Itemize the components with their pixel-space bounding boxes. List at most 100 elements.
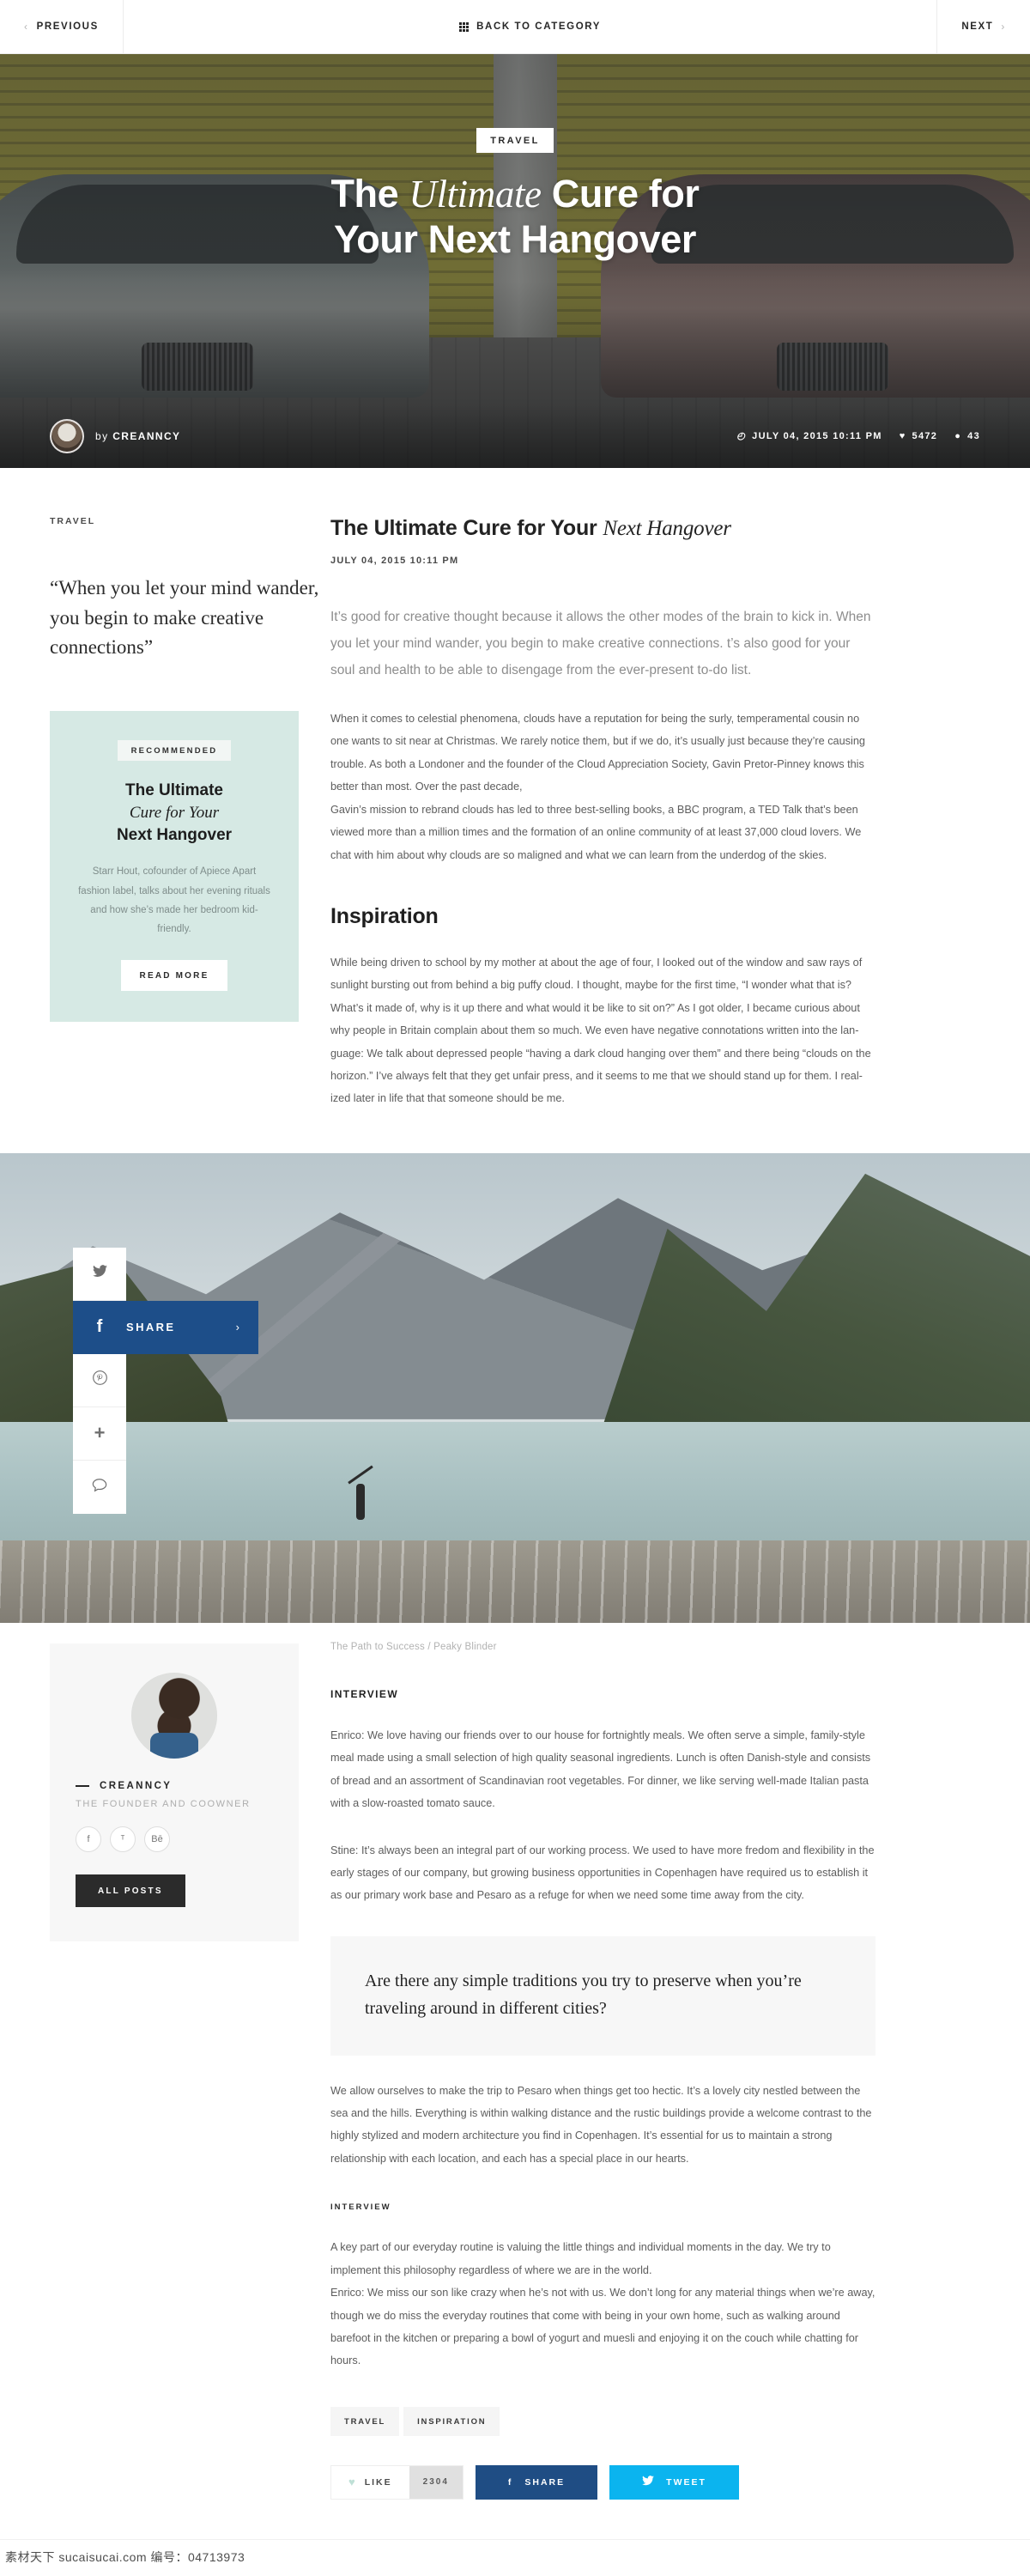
like-label: LIKE [364,2476,392,2488]
recommended-title-line3: Next Hangover [116,825,233,844]
grid-icon [459,21,470,32]
interview-paragraph-3: We allow ourselves to make the trip to P… [330,2084,872,2165]
share-more-button[interactable]: + [73,1406,126,1461]
share-facebook-button[interactable]: f SHARE › [73,1300,258,1354]
next-label: NEXT [961,21,994,32]
hero-title-part2: Cure for [541,172,700,216]
author-name: CREANNCY [100,1780,173,1791]
recommended-title: The Ultimate Cure for Your Next Hangover [76,780,273,848]
article-actions: ♥ LIKE 2304 f SHARE TWEET [330,2464,876,2539]
hero-likes[interactable]: ♥ 5472 [900,431,938,441]
facebook-icon[interactable]: f [76,1826,101,1852]
body-paragraph-1: When it comes to celestial phenomena, cl… [330,713,865,793]
watermark-text: 素材天下 sucaisucai.com 编号：04713973 [5,2550,245,2565]
author-name-row: CREANNCY [76,1781,273,1791]
share-facebook-label: SHARE [126,1321,176,1334]
hero-stats: ◴ JULY 04, 2015 10:11 PM ♥ 5472 ● 43 [736,431,980,441]
article-body: TRAVEL “When you let your mind wander, y… [0,468,1030,1110]
hero-author-chip[interactable]: by CREANNCY [50,419,180,453]
like-button[interactable]: ♥ LIKE 2304 [330,2464,464,2500]
article-main-column: The Ultimate Cure for Your Next Hangover… [330,516,944,1110]
twitter-icon [92,1265,107,1282]
page-title: The Ultimate Cure for Your Next Hangover [330,516,876,541]
recommended-title-line1: The Ultimate [124,781,224,799]
hero-date: ◴ JULY 04, 2015 10:11 PM [736,431,882,441]
share-comment-button[interactable] [73,1460,126,1514]
share-twitter-button[interactable] [73,1247,126,1301]
interview-label-2: INTERVIEW [330,2202,391,2213]
interview-paragraph-1: Enrico: We love having our friends over … [330,1728,871,1810]
chevron-right-icon: › [1001,21,1006,33]
chevron-left-icon: ‹ [24,21,29,33]
article-kicker: TRAVEL [50,516,96,526]
tag-travel[interactable]: TRAVEL [330,2406,400,2436]
heart-icon: ♥ [348,2476,357,2489]
caption-subtitle: Peaky Blinder [433,1641,497,1652]
like-count: 2304 [409,2465,463,2499]
dash-icon [76,1784,89,1787]
read-more-button[interactable]: READ MORE [120,959,228,991]
recommended-description: Starr Hout, cofounder of Apiece Apart fa… [78,866,270,935]
author-card: CREANNCY THE FOUNDER AND COOWNER f ᵀ Bē … [50,1643,299,1941]
hero-title-italic: Ultimate [409,173,542,216]
lead-paragraph: It’s good for creative thought because i… [330,610,871,677]
article-page: ‹ PREVIOUS BACK TO CATEGORY NEXT › TRAVE… [0,0,1030,2575]
comment-icon: ● [954,430,962,441]
hero-byline: by CREANNCY [95,430,180,442]
pull-quote: “When you let your mind wander, you begi… [50,577,319,658]
article-sidebar-top: TRAVEL “When you let your mind wander, y… [0,516,330,1110]
recommended-title-italic: Cure for Your [129,803,220,822]
hero-likes-count: 5472 [912,431,938,441]
hero-meta-bar: by CREANNCY ◴ JULY 04, 2015 10:11 PM ♥ 5… [0,404,1030,468]
hero-title-part1: The [330,172,409,216]
hero-banner: TRAVEL The Ultimate Cure for Your Next H… [0,54,1030,468]
body-paragraph-3: While being driven to school by my mothe… [330,956,871,1105]
behance-icon[interactable]: Bē [144,1826,170,1852]
clock-icon: ◴ [736,430,747,441]
avatar [50,419,84,453]
twitter-tweet-button[interactable]: TWEET [609,2464,739,2500]
hero-title: The Ultimate Cure for Your Next Hangover [330,172,700,262]
hero-date-label: JULY 04, 2015 10:11 PM [752,431,882,441]
facebook-icon: f [96,1317,103,1337]
hero-comments[interactable]: ● 43 [954,431,980,441]
previous-post-link[interactable]: ‹ PREVIOUS [0,0,124,53]
social-share-rail: f SHARE › + [73,1247,258,1514]
feature-image: f SHARE › + [0,1152,1030,1623]
twitter-icon [642,2476,655,2488]
interview-paragraph-4: A key part of our everyday routine is va… [330,2241,831,2276]
author-role: THE FOUNDER AND COOWNER [76,1798,251,1809]
article-sidebar-bottom: CREANNCY THE FOUNDER AND COOWNER f ᵀ Bē … [0,1623,330,2539]
share-pinterest-button[interactable] [73,1353,126,1407]
post-date: JULY 04, 2015 10:11 PM [330,556,459,566]
post-title-italic: Next Hangover [603,517,731,540]
hero-comments-count: 43 [967,431,980,441]
body-paragraph-2: Gavin’s mission to rebrand clouds has le… [330,803,862,861]
facebook-share-button[interactable]: f SHARE [475,2464,598,2500]
author-social-links: f ᵀ Bē [76,1826,273,1852]
interview-label: INTERVIEW [330,1687,399,1700]
caption-separator: / [424,1641,434,1652]
post-title-part1: The Ultimate Cure for Your [330,516,603,540]
interview-question: Are there any simple traditions you try … [365,1971,802,2019]
comment-bubble-icon [92,1478,107,1497]
pinterest-icon [92,1370,107,1389]
recommended-tag: RECOMMENDED [117,739,232,761]
tag-list: TRAVEL INSPIRATION [330,2406,876,2436]
tag-inspiration[interactable]: INSPIRATION [403,2406,500,2436]
interview-question-block: Are there any simple traditions you try … [330,1935,876,2056]
byline-prefix: by [95,430,113,442]
interview-column: The Path to Success / Peaky Blinder INTE… [330,1623,944,2539]
back-to-category-link[interactable]: BACK TO CATEGORY [124,0,936,53]
all-posts-button[interactable]: ALL POSTS [76,1874,185,1907]
next-post-link[interactable]: NEXT › [936,0,1030,53]
twitter-icon[interactable]: ᵀ [110,1826,136,1852]
watermark-bar: 素材天下 sucaisucai.com 编号：04713973 [0,2538,1030,2575]
hero-category-badge[interactable]: TRAVEL [476,128,554,153]
tweet-label: TWEET [666,2476,706,2488]
facebook-icon: f [507,2476,513,2488]
hero-title-line2: Your Next Hangover [333,216,697,261]
interview-paragraph-2: Stine: It’s always been an integral part… [330,1844,875,1902]
back-to-category-label: BACK TO CATEGORY [476,21,602,32]
hero-author-name: CREANNCY [112,430,181,442]
